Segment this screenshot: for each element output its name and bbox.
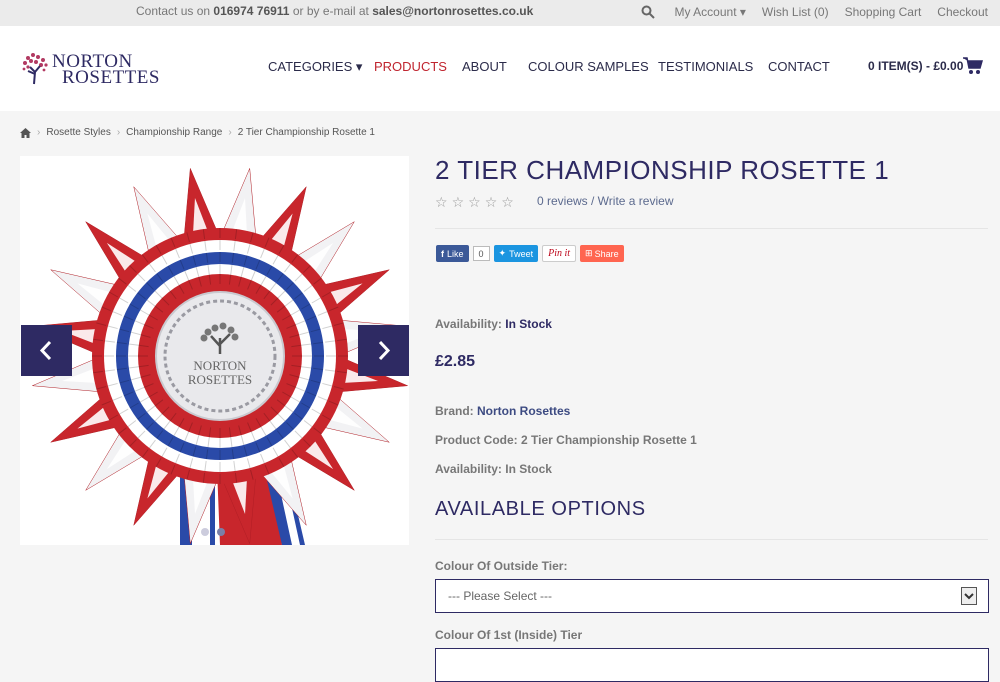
like-count: 0 xyxy=(472,246,490,261)
slide-dot-active[interactable] xyxy=(217,528,225,536)
inside-tier-select[interactable] xyxy=(435,648,989,682)
gallery-logo-line1: NORTON xyxy=(193,358,247,373)
brand-line2: ROSETTES xyxy=(62,67,160,88)
top-bar: Contact us on 016974 76911 or by e-mail … xyxy=(0,0,1000,26)
product-title: 2 TIER CHAMPIONSHIP ROSETTE 1 xyxy=(435,155,890,185)
contact-info: Contact us on 016974 76911 or by e-mail … xyxy=(136,4,533,18)
tree-logo-icon xyxy=(22,53,48,85)
nav-categories[interactable]: CATEGORIES ▾ xyxy=(268,59,362,75)
twitter-icon: ✦ xyxy=(498,248,507,258)
my-account-link[interactable]: My Account ▾ xyxy=(675,5,746,19)
checkout-link[interactable]: Checkout xyxy=(937,5,988,19)
chevron-right-icon: › xyxy=(228,127,232,138)
nav-colour-samples[interactable]: COLOUR SAMPLES xyxy=(528,59,649,74)
facebook-like-button[interactable]: f Like xyxy=(436,245,469,262)
share-label: Share xyxy=(594,248,619,259)
code-value: 2 Tier Championship Rosette 1 xyxy=(521,433,697,447)
product-price: £2.85 xyxy=(435,353,476,370)
chevron-left-icon xyxy=(39,340,52,361)
site-logo[interactable]: NORTON ROSETTES xyxy=(20,50,160,90)
share-button[interactable]: ⊞ Share xyxy=(580,245,624,262)
chevron-down-icon xyxy=(961,587,977,605)
prev-slide-button[interactable] xyxy=(21,325,72,376)
availability-value: In Stock xyxy=(505,317,552,331)
product-image-gallery[interactable]: NORTON ROSETTES xyxy=(20,156,409,545)
plus-icon: ⊞ xyxy=(585,248,593,258)
like-label: Like xyxy=(447,248,464,259)
breadcrumb-item[interactable]: 2 Tier Championship Rosette 1 xyxy=(238,127,375,138)
brand-row: Brand: Norton Rosettes xyxy=(435,404,570,418)
star-empty-icon: ☆ xyxy=(451,194,465,210)
rosette-image: NORTONROSETTES xyxy=(32,168,408,545)
tweet-button[interactable]: ✦ Tweet xyxy=(493,245,539,262)
tweet-label: Tweet xyxy=(509,248,534,259)
brand-link[interactable]: Norton Rosettes xyxy=(477,404,570,418)
star-empty-icon: ☆ xyxy=(484,194,498,210)
star-empty-icon: ☆ xyxy=(435,194,448,210)
nav-about[interactable]: ABOUT xyxy=(462,59,507,74)
slide-dot[interactable] xyxy=(201,528,209,536)
contact-prefix: Contact us on xyxy=(136,4,211,18)
breadcrumb: › Rosette Styles › Championship Range › … xyxy=(20,127,375,138)
gallery-logo-line2: ROSETTES xyxy=(188,372,252,387)
outside-tier-select[interactable]: --- Please Select --- xyxy=(435,579,989,613)
reviews-link[interactable]: 0 reviews / Write a review xyxy=(537,194,673,208)
contact-mid: or by e-mail at xyxy=(292,4,369,18)
shopping-cart-icon[interactable] xyxy=(963,57,983,75)
availability-row-2: Availability: In Stock xyxy=(435,462,552,476)
code-label: Product Code: xyxy=(435,433,518,447)
divider xyxy=(435,539,988,540)
breadcrumb-item[interactable]: Championship Range xyxy=(126,127,222,138)
brand-label: Brand: xyxy=(435,404,474,418)
email-link[interactable]: sales@nortonrosettes.co.uk xyxy=(372,4,533,18)
chevron-right-icon: › xyxy=(37,127,41,138)
next-slide-button[interactable] xyxy=(358,325,409,376)
nav-products[interactable]: PRODUCTS xyxy=(374,59,447,74)
nav-contact[interactable]: CONTACT xyxy=(768,59,830,74)
divider xyxy=(435,228,988,229)
slide-indicators xyxy=(201,528,225,536)
chevron-right-icon: › xyxy=(116,127,121,138)
nav-testimonials[interactable]: TESTIMONIALS xyxy=(658,59,753,74)
star-rating: ☆ ☆ ☆ ☆ ☆ xyxy=(435,194,514,211)
pinterest-button[interactable]: Pin it xyxy=(542,245,577,262)
breadcrumb-item[interactable]: Rosette Styles xyxy=(46,127,110,138)
inside-tier-label: Colour Of 1st (Inside) Tier xyxy=(435,628,583,642)
chevron-right-icon xyxy=(378,340,391,361)
outside-tier-label: Colour Of Outside Tier: xyxy=(435,559,568,573)
select-value: --- Please Select --- xyxy=(448,589,553,603)
phone-number: 016974 76911 xyxy=(213,4,290,18)
site-header: NORTON ROSETTES CATEGORIES ▾ PRODUCTS AB… xyxy=(0,26,1000,111)
cart-summary[interactable]: 0 ITEM(S) - £0.00 xyxy=(868,59,963,73)
social-share-bar: f Like 0 ✦ Tweet Pin it ⊞ Share xyxy=(436,245,624,262)
home-icon[interactable] xyxy=(20,127,31,138)
product-code-row: Product Code: 2 Tier Championship Rosett… xyxy=(435,433,697,447)
options-heading: AVAILABLE OPTIONS xyxy=(435,498,646,520)
search-icon[interactable] xyxy=(641,5,655,19)
availability-value: In Stock xyxy=(505,462,552,476)
star-empty-icon: ☆ xyxy=(468,194,481,210)
shopping-cart-link[interactable]: Shopping Cart xyxy=(845,5,922,19)
availability-label: Availability: xyxy=(435,462,502,476)
facebook-icon: f xyxy=(441,248,444,259)
availability-label: Availability: xyxy=(435,317,502,331)
star-empty-icon: ☆ xyxy=(501,194,514,210)
wish-list-link[interactable]: Wish List (0) xyxy=(762,5,829,19)
availability-row: Availability: In Stock xyxy=(435,317,552,331)
